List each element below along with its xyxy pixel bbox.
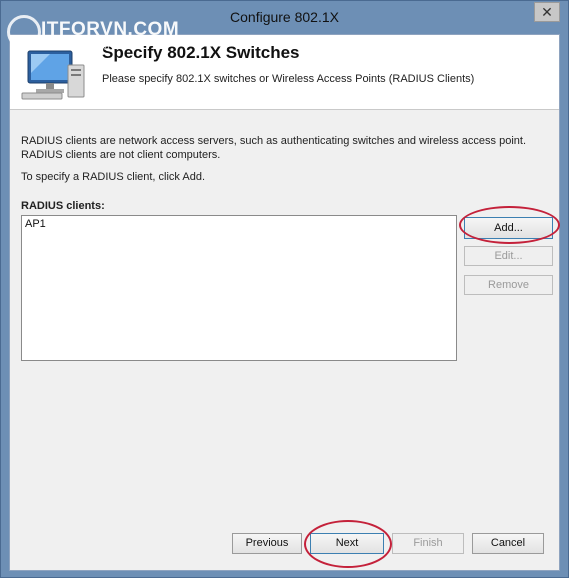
page-subtitle: Please specify 802.1X switches or Wirele… [102, 73, 475, 85]
cancel-button[interactable]: Cancel [472, 533, 544, 554]
next-highlight-ellipse [304, 520, 392, 568]
finish-button[interactable]: Finish [392, 533, 464, 554]
instruction-text: To specify a RADIUS client, click Add. [21, 171, 206, 183]
watermark-brand: ITFORVN.COM [41, 19, 180, 40]
edit-button[interactable]: Edit... [464, 246, 553, 266]
remove-button[interactable]: Remove [464, 275, 553, 295]
list-item[interactable]: AP1 [25, 218, 46, 230]
radius-clients-label: RADIUS clients: [21, 200, 105, 212]
radius-clients-list[interactable]: AP1 [21, 215, 457, 361]
description: RADIUS clients are network access server… [21, 134, 526, 162]
dialog-content: Specify 802.1X Switches Please specify 8… [9, 34, 560, 571]
previous-button[interactable]: Previous [232, 533, 302, 554]
watermark-logo: ITFORVN.COM CONNECTING [7, 9, 197, 59]
description-line-1: RADIUS clients are network access server… [21, 135, 526, 147]
watermark-tagline: CONNECTING [45, 42, 116, 52]
dialog-window: Configure 802.1X ✕ ITFORVN.COM CONNECTIN… [0, 0, 569, 578]
description-line-2: RADIUS clients are not client computers. [21, 149, 221, 161]
close-button[interactable]: ✕ [534, 2, 560, 22]
add-highlight-ellipse [459, 206, 560, 244]
watermark-circle-icon [7, 15, 41, 49]
